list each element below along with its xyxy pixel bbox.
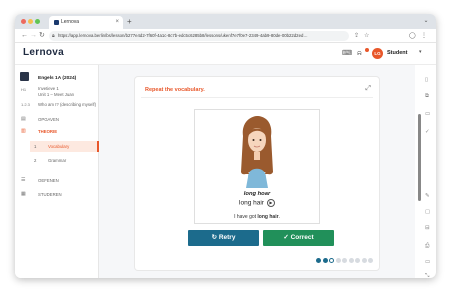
close-window-icon[interactable] <box>21 19 26 24</box>
progress-dot[interactable] <box>329 258 334 263</box>
main-content: Repeat the vocabulary. ⤢ long hoar long … <box>99 65 415 278</box>
progress-dot[interactable] <box>348 258 354 263</box>
reload-icon[interactable]: ↻ <box>39 31 45 41</box>
user-name[interactable]: Student <box>387 50 407 56</box>
sentence-prefix: I have got <box>234 214 258 220</box>
study-icon: ▦ <box>21 191 26 197</box>
girl-long-hair-illustration <box>241 116 273 188</box>
minimize-window-icon[interactable] <box>28 19 33 24</box>
vocabulary-word-bold: long hoar <box>243 191 271 197</box>
right-toolbar: ▯ ⧉ ▭ ✓ ✎ ▢ ⊟ ⎙ ▭ ⤡ <box>422 65 436 278</box>
browser-window: Lernova × + ⌄ ← → ↻ 🔒︎ https://app.lerno… <box>15 14 436 278</box>
progress-dot[interactable] <box>322 258 328 263</box>
comment-icon[interactable]: ▢ <box>425 209 430 215</box>
sidebar-item-exercises[interactable]: OEFENEN <box>38 178 59 183</box>
lesson-sidebar: Engels 1A (2024) H1 Invetieve 1 Unit 1 –… <box>15 65 99 278</box>
browser-tab[interactable]: Lernova × <box>49 16 123 29</box>
progress-dot[interactable] <box>316 258 321 263</box>
section-title[interactable]: Who am I? (describing myself) <box>38 102 96 107</box>
breadcrumb-1[interactable]: Invetieve 1 <box>38 86 59 91</box>
check-icon[interactable]: ✓ <box>425 129 430 135</box>
url-field[interactable]: 🔒︎ https://app.lernova.berlin/bs/lesson/… <box>49 31 349 41</box>
divider <box>141 97 373 98</box>
tab-close-icon[interactable]: × <box>115 16 119 29</box>
scrollbar[interactable] <box>418 114 421 201</box>
profile-icon[interactable]: ◯ <box>409 31 416 41</box>
app-header: Lernova ⌨ ⍾ LG Student ▾ <box>15 43 436 65</box>
progress-dot[interactable] <box>335 258 341 263</box>
sidebar-item-vocabulary[interactable]: Vocabulary <box>48 144 69 149</box>
fullscreen-icon[interactable]: ⤡ <box>425 273 429 278</box>
url-text: https://app.lernova.berlin/bs/lesson/b27… <box>58 33 308 38</box>
sub-item-2-number: 2 <box>34 158 37 163</box>
inbox-icon[interactable]: ⊟ <box>425 225 430 231</box>
copy-icon[interactable]: ⧉ <box>425 93 429 100</box>
section-number: 1.2.3 <box>21 102 30 107</box>
user-menu-chevron-down-icon[interactable]: ▾ <box>419 49 422 55</box>
pen-icon[interactable]: ✎ <box>425 193 430 199</box>
progress-dots <box>316 258 373 263</box>
exercise-card: Repeat the vocabulary. ⤢ long hoar long … <box>135 77 379 270</box>
vocabulary-card: long hoar long hair ▶ I have got long hai… <box>194 109 320 224</box>
share-icon[interactable]: ⇪ <box>354 31 359 41</box>
browser-menu-icon[interactable]: ⋮ <box>421 31 427 41</box>
course-thumbnail <box>20 72 29 81</box>
nav-header: H1 <box>21 87 27 92</box>
play-audio-icon[interactable]: ▶ <box>266 199 275 207</box>
expand-icon[interactable]: ⤢ <box>365 85 371 93</box>
sidebar-item-theorie[interactable]: THEORIE <box>38 129 57 134</box>
progress-dot[interactable] <box>342 258 347 263</box>
print-icon[interactable]: ⎙ <box>425 243 429 250</box>
vocabulary-word-row: long hair ▶ <box>195 199 319 207</box>
theory-icon: ▥ <box>21 128 26 134</box>
address-bar: ← → ↻ 🔒︎ https://app.lernova.berlin/bs/l… <box>15 29 436 43</box>
tab-search-icon[interactable]: ⌄ <box>422 17 430 25</box>
favicon-icon <box>54 20 59 25</box>
sentence-highlight: long hair <box>257 214 279 220</box>
chat-icon[interactable]: ⌨ <box>342 49 352 59</box>
exercise-instruction: Repeat the vocabulary. <box>145 87 205 93</box>
maximize-window-icon[interactable] <box>35 19 40 24</box>
layers-icon[interactable]: ▭ <box>425 111 430 117</box>
breadcrumb-2[interactable]: Unit 1 – Meet Juan <box>38 92 74 97</box>
notification-badge <box>365 48 369 52</box>
browser-titlebar: Lernova × + ⌄ <box>15 14 436 29</box>
progress-dot[interactable] <box>355 258 360 263</box>
app-logo[interactable]: Lernova <box>23 47 64 58</box>
vocabulary-word: long hair <box>239 199 264 207</box>
avatar[interactable]: LG <box>372 48 383 59</box>
tasks-icon: ▤ <box>21 116 26 122</box>
lock-icon: 🔒︎ <box>52 33 55 39</box>
progress-dot[interactable] <box>361 258 367 263</box>
screen-icon[interactable]: ▭ <box>425 259 430 265</box>
course-title[interactable]: Engels 1A (2024) <box>38 76 76 81</box>
bell-icon[interactable]: ⍾ <box>357 49 362 59</box>
practice-icon: ☰ <box>21 177 26 183</box>
back-icon[interactable]: ← <box>21 31 28 41</box>
retry-button[interactable]: ↻ Retry <box>188 230 259 246</box>
sidebar-item-studeren[interactable]: STUDEREN <box>38 192 62 197</box>
sidebar-item-grammar[interactable]: Grammar <box>48 158 66 163</box>
sub-item-1-number: 1 <box>34 144 37 149</box>
correct-button[interactable]: ✓ Correct <box>263 230 334 246</box>
progress-dot[interactable] <box>368 258 373 263</box>
example-sentence: I have got long hair. <box>195 214 319 220</box>
bookmark-star-icon[interactable]: ☆ <box>364 31 369 41</box>
new-tab-button[interactable]: + <box>127 16 132 27</box>
sentence-suffix: . <box>278 214 280 220</box>
sidebar-item-opgaven[interactable]: OPGAVEN <box>38 117 59 122</box>
tab-title: Lernova <box>61 19 80 25</box>
panel-icon[interactable]: ▯ <box>425 77 428 83</box>
forward-icon[interactable]: → <box>30 31 37 41</box>
